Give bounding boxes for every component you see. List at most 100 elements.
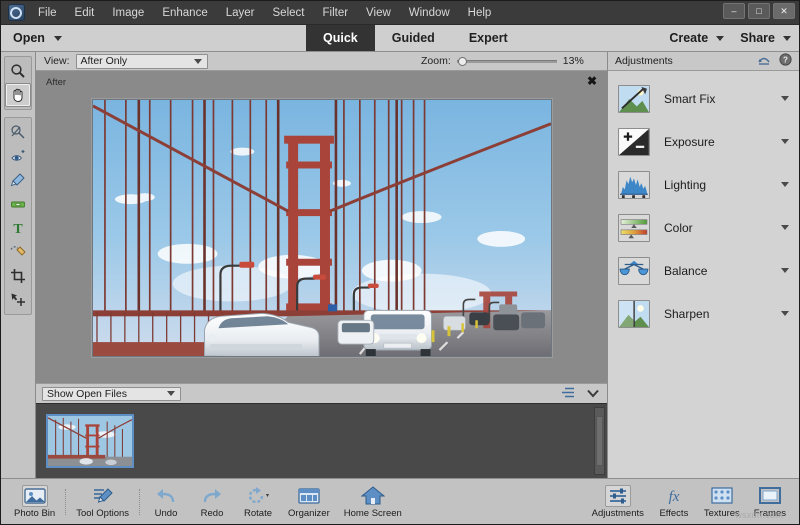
mode-tab-quick[interactable]: Quick	[306, 25, 375, 51]
thumbnail-golden-gate[interactable]	[46, 414, 134, 468]
photo-bin-scrollbar[interactable]	[594, 407, 605, 475]
adjustment-label: Color	[664, 221, 693, 235]
taskbar-redo-label: Redo	[201, 508, 224, 519]
sliders-icon	[605, 485, 631, 507]
adjustment-row-exposure[interactable]: Exposure	[608, 120, 799, 163]
photo-bin	[36, 403, 607, 478]
close-button[interactable]: ✕	[773, 3, 795, 19]
canvas-area[interactable]: After ✖	[36, 71, 607, 383]
adjustment-label: Smart Fix	[664, 92, 715, 106]
open-button[interactable]: Open	[1, 25, 74, 51]
taskbar-tool-options[interactable]: Tool Options	[69, 484, 136, 520]
menu-item-enhance[interactable]: Enhance	[153, 4, 216, 22]
taskbar-frames[interactable]: Frames	[747, 484, 793, 520]
adjustment-row-sharpen[interactable]: Sharpen	[608, 292, 799, 335]
menu-item-file[interactable]: File	[29, 4, 66, 22]
chevron-down-icon[interactable]	[781, 268, 789, 273]
scrollbar-thumb[interactable]	[596, 416, 603, 466]
mode-actions: Create Share	[669, 25, 791, 51]
menu-item-layer[interactable]: Layer	[217, 4, 264, 22]
rotate-icon	[245, 485, 271, 507]
chevron-down-icon[interactable]	[781, 96, 789, 101]
adjustments-list: Smart Fix Exposure Lighting Color Balance Sha…	[608, 71, 799, 478]
open-label: Open	[13, 31, 45, 45]
zoom-slider-knob[interactable]	[458, 57, 467, 66]
whiten-teeth-tool[interactable]	[5, 168, 31, 192]
taskbar-right-group: Adjustments fx Effects Textures Frames	[585, 484, 793, 520]
chevron-down-icon[interactable]	[781, 225, 789, 230]
lighting-histogram-icon	[618, 171, 650, 199]
frames-icon	[757, 485, 783, 507]
chevron-down-icon[interactable]	[781, 139, 789, 144]
menu-item-view[interactable]: View	[357, 4, 400, 22]
quick-selection-tool[interactable]	[5, 240, 31, 264]
type-tool[interactable]: T	[5, 216, 31, 240]
zoom-tool[interactable]	[5, 59, 31, 83]
reset-icon[interactable]	[757, 54, 771, 69]
taskbar-organizer[interactable]: Organizer	[281, 484, 337, 520]
chevron-down-icon[interactable]	[587, 385, 599, 403]
red-eye-tool[interactable]	[5, 144, 31, 168]
redo-arrow-icon	[199, 485, 225, 507]
minimize-button[interactable]: –	[723, 3, 745, 19]
menu-item-help[interactable]: Help	[459, 4, 501, 22]
adjustment-row-balance[interactable]: Balance	[608, 249, 799, 292]
view-mode-select[interactable]: After Only	[76, 54, 208, 69]
help-icon[interactable]: ?	[779, 53, 792, 69]
menu-item-select[interactable]: Select	[264, 4, 314, 22]
zoom-slider[interactable]	[457, 55, 557, 67]
menu-item-filter[interactable]: Filter	[313, 4, 357, 22]
bottom-taskbar: Photo Bin Tool Options Undo Redo	[1, 478, 799, 524]
taskbar-frames-label: Frames	[754, 508, 786, 519]
maximize-button[interactable]: □	[748, 3, 770, 19]
create-label: Create	[669, 31, 708, 45]
adjustment-label: Sharpen	[664, 307, 709, 321]
taskbar-textures[interactable]: Textures	[697, 484, 747, 520]
adjustment-row-color[interactable]: Color	[608, 206, 799, 249]
menu-bar: FileEditImageEnhanceLayerSelectFilterVie…	[1, 1, 799, 25]
spot-healing-tool[interactable]	[5, 120, 31, 144]
chevron-down-icon[interactable]	[781, 311, 789, 316]
chevron-down-icon[interactable]	[781, 182, 789, 187]
hand-tool[interactable]	[5, 83, 31, 107]
photo-bin-bar: Show Open Files	[36, 383, 607, 403]
taskbar-home-screen[interactable]: Home Screen	[337, 484, 409, 520]
chevron-down-icon	[194, 59, 202, 64]
organizer-icon	[296, 485, 322, 507]
svg-text:fx: fx	[668, 489, 679, 505]
mode-tab-guided[interactable]: Guided	[375, 25, 452, 51]
sharpen-icon	[618, 300, 650, 328]
taskbar-photo-bin[interactable]: Photo Bin	[7, 484, 62, 520]
taskbar-adjustments[interactable]: Adjustments	[585, 484, 651, 520]
workspace: T View: After Only	[1, 52, 799, 478]
adjustment-label: Exposure	[664, 135, 715, 149]
svg-text:T: T	[13, 222, 23, 236]
home-icon	[360, 485, 386, 507]
golden-gate-bridge-photo[interactable]	[93, 100, 551, 356]
window-controls: – □ ✕	[723, 3, 795, 19]
photo-bin-filter-select[interactable]: Show Open Files	[42, 387, 181, 401]
straighten-tool[interactable]	[5, 192, 31, 216]
adjustment-row-lighting[interactable]: Lighting	[608, 163, 799, 206]
photo-editor-window: FileEditImageEnhanceLayerSelectFilterVie…	[0, 0, 800, 525]
taskbar-effects[interactable]: fx Effects	[651, 484, 697, 520]
menu-item-window[interactable]: Window	[400, 4, 459, 22]
menu-item-image[interactable]: Image	[103, 4, 153, 22]
taskbar-undo[interactable]: Undo	[143, 484, 189, 520]
taskbar-rotate[interactable]: Rotate	[235, 484, 281, 520]
mode-tabs: QuickGuidedExpert	[306, 25, 525, 51]
share-button[interactable]: Share	[740, 31, 791, 45]
create-button[interactable]: Create	[669, 31, 724, 45]
smart-fix-icon	[618, 85, 650, 113]
move-tool[interactable]	[5, 288, 31, 312]
mode-tab-expert[interactable]: Expert	[452, 25, 525, 51]
taskbar-undo-label: Undo	[155, 508, 178, 519]
menu-item-edit[interactable]: Edit	[66, 4, 104, 22]
zoom-value: 13%	[563, 55, 584, 67]
exposure-icon	[618, 128, 650, 156]
list-menu-icon[interactable]	[562, 385, 575, 403]
adjustment-row-smart-fix[interactable]: Smart Fix	[608, 77, 799, 120]
taskbar-redo[interactable]: Redo	[189, 484, 235, 520]
close-photo-button[interactable]: ✖	[587, 75, 597, 87]
crop-tool[interactable]	[5, 264, 31, 288]
